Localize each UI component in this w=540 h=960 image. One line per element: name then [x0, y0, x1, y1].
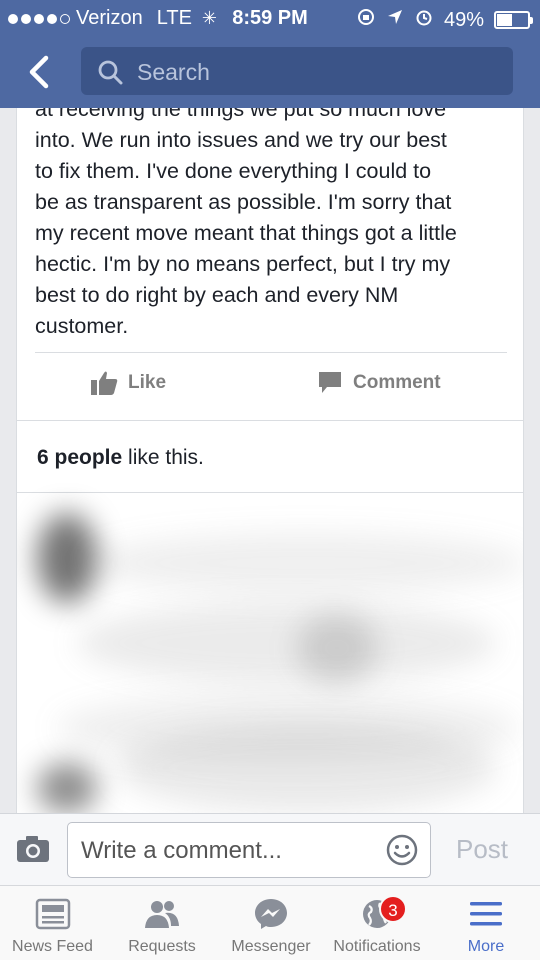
divider: [17, 420, 523, 421]
post-text-line: my recent move meant that things got a l…: [35, 221, 457, 245]
post-card: at receiving the things we put so much l…: [16, 108, 524, 813]
thumbs-up-icon: [91, 371, 118, 395]
notification-badge: 3: [379, 895, 407, 923]
search-placeholder: Search: [137, 59, 210, 85]
menu-icon: [470, 902, 502, 926]
comment-button[interactable]: Comment: [317, 370, 441, 396]
camera-button[interactable]: [16, 834, 50, 864]
alarm-icon: [414, 7, 434, 33]
post-text-line: into. We run into issues and we try our …: [35, 128, 447, 152]
battery-percent: 49%: [443, 8, 484, 31]
post-text-line: best to do right by each and every NM: [35, 283, 399, 307]
comment-composer: Write a comment... Post: [0, 813, 540, 885]
battery-level: [497, 14, 512, 26]
tab-messenger[interactable]: Messenger: [218, 886, 324, 960]
status-bar: Verizon LTE ✳ 8:59 PM 49%: [0, 0, 540, 36]
comment-bubble-icon: [319, 372, 341, 393]
messenger-icon: [255, 899, 287, 929]
like-label: Like: [128, 372, 167, 393]
tab-notifications[interactable]: 3 Notifications: [322, 886, 432, 960]
tab-more[interactable]: More: [434, 886, 538, 960]
comment-input[interactable]: Write a comment...: [67, 822, 431, 878]
news-feed-icon: [35, 898, 70, 930]
chevron-left-icon: [29, 55, 49, 89]
post-text-line: be as transparent as possible. I'm sorry…: [35, 190, 452, 214]
post-button[interactable]: Post: [456, 834, 508, 865]
post-body: at receiving the things we put so much l…: [35, 108, 515, 342]
top-bar: Verizon LTE ✳ 8:59 PM 49% Search: [0, 0, 540, 108]
post-text-line: customer.: [35, 314, 129, 338]
tab-label: Notifications: [333, 938, 421, 955]
friend-requests-icon: [145, 901, 179, 928]
comment-placeholder: Write a comment...: [81, 837, 282, 864]
tab-label: News Feed: [12, 938, 93, 955]
smiley-icon[interactable]: [386, 834, 418, 866]
redacted-comments: [17, 493, 523, 813]
post-text-line: to fix them. I've done everything I coul…: [35, 159, 432, 183]
post-text-line: hectic. I'm by no means perfect, but I t…: [35, 252, 451, 276]
rotation-lock-icon: [356, 7, 376, 33]
like-button[interactable]: Like: [90, 370, 166, 396]
likes-count[interactable]: 6 people: [37, 446, 122, 469]
tab-label: Messenger: [231, 938, 311, 955]
status-right: 49%: [356, 7, 533, 33]
search-input[interactable]: Search: [81, 47, 513, 95]
tab-requests[interactable]: Requests: [110, 886, 214, 960]
location-arrow-icon: [386, 8, 404, 32]
tab-news-feed[interactable]: News Feed: [0, 886, 105, 960]
search-icon: [98, 60, 123, 85]
tab-label: Requests: [128, 938, 196, 955]
likes-summary[interactable]: 6 people like this.: [37, 446, 204, 470]
post-text-line: at receiving the things we put so much l…: [35, 108, 447, 121]
tab-bar: News Feed Requests Messenger 3 Notificat…: [0, 885, 540, 960]
back-button[interactable]: [22, 52, 58, 92]
camera-icon: [17, 836, 49, 862]
comment-label: Comment: [353, 372, 441, 393]
divider: [35, 352, 507, 353]
likes-suffix: like this.: [122, 446, 204, 469]
battery-icon: [494, 11, 533, 29]
tab-label: More: [467, 938, 505, 955]
